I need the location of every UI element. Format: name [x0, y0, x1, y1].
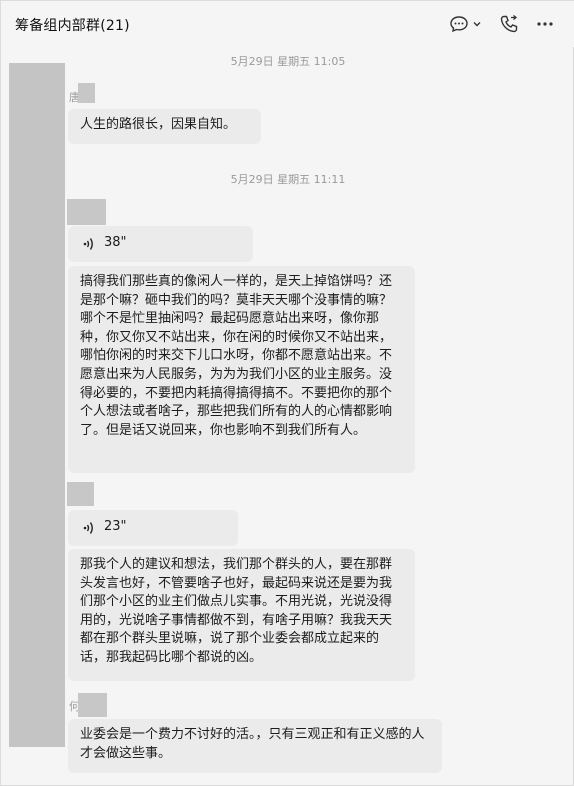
voice-duration: 23" — [104, 519, 127, 534]
sender-name-redaction — [67, 199, 106, 225]
message-bubble: 业委会是一个费力不讨好的活。，只有三观正和有正义感的人才会做这些事。 — [68, 719, 442, 773]
phone-call-icon[interactable] — [499, 14, 519, 34]
voice-wave-icon — [82, 520, 98, 536]
more-icon[interactable] — [535, 14, 555, 34]
message-bubble: 人生的路很长，因果自知。 — [68, 109, 261, 144]
message-bubble: 搞得我们那些真的像闲人一样的，是天上掉馅饼吗？还是那个嘛？砸中我们的吗？莫非天天… — [68, 266, 415, 473]
voice-message[interactable]: 23" — [68, 510, 238, 546]
voice-duration: 38" — [104, 235, 127, 250]
message-timestamp: 5月29日 星期五 11:05 — [230, 55, 346, 68]
chat-title: 筹备组内部群(21) — [15, 18, 130, 34]
chat-bubble-icon[interactable] — [449, 14, 469, 34]
voice-wave-icon — [82, 236, 98, 252]
avatar-column — [9, 63, 65, 747]
voice-message[interactable]: 38" — [68, 226, 253, 262]
chat-header: 筹备组内部群(21) — [1, 1, 574, 47]
sender-name-redaction — [78, 83, 95, 103]
sender-name-redaction — [67, 482, 94, 506]
sender-name-redaction — [78, 693, 107, 717]
message-bubble: 那我个人的建议和想法，我们那个群头的人，要在那群头发言也好，不管要啥子也好，最起… — [68, 549, 415, 681]
message-timestamp: 5月29日 星期五 11:11 — [230, 173, 346, 186]
chevron-down-icon[interactable] — [471, 14, 483, 34]
